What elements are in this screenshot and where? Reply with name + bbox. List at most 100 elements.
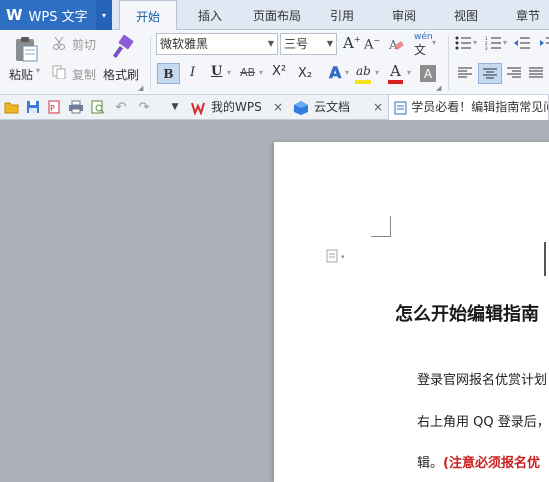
page-margin-corner-mark <box>371 216 391 237</box>
export-pdf-icon[interactable]: P <box>46 99 62 115</box>
clear-format-icon[interactable]: A <box>388 36 404 52</box>
format-painter-button[interactable] <box>110 35 136 61</box>
text-effect-dropdown-icon[interactable]: ▾ <box>345 68 349 77</box>
document-workspace[interactable]: 怎么开始编辑指南 登录官网报名优赏计划 右上角用 QQ 登录后， 辑。(注意必须… <box>0 120 549 482</box>
tab-insert[interactable]: 插入 <box>186 0 234 30</box>
doc-tab-label: 我的WPS <box>211 100 262 114</box>
bold-button[interactable]: B <box>157 63 180 84</box>
text-cursor <box>544 242 546 276</box>
svg-text:P: P <box>50 104 55 113</box>
quick-access-toolbar: P ↶ ↷ ▼ 我的WPS × 云文档 × 学员必看！编辑指南常见问 <box>0 95 549 120</box>
phonetic-char-icon: 文 <box>414 43 427 57</box>
undo-icon[interactable]: ↶ <box>113 99 129 115</box>
tab-references[interactable]: 引用 <box>318 0 366 30</box>
format-painter-label[interactable]: 格式刷 <box>103 66 139 83</box>
document-icon <box>394 101 407 114</box>
ribbon-home: 粘贴 ▾ 剪切 复制 格式刷 ◢ 微软雅黑 ▼ 三号 ▼ A+ A− A wén… <box>0 30 549 95</box>
cut-button[interactable]: 剪切 <box>72 36 96 53</box>
bullet-list-icon[interactable] <box>455 36 471 50</box>
wps-app-menu-button[interactable]: W WPS 文字 ▾ <box>0 0 112 30</box>
align-left-icon[interactable] <box>458 67 472 79</box>
format-painter-icon <box>112 35 134 59</box>
print-preview-icon[interactable] <box>90 99 106 115</box>
svg-text:▾: ▾ <box>341 253 345 261</box>
paste-label[interactable]: 粘贴 <box>9 66 33 83</box>
justify-icon[interactable] <box>529 67 543 79</box>
clipboard-group-launcher-icon[interactable]: ◢ <box>138 84 143 92</box>
text-effect-button[interactable]: A <box>329 63 342 83</box>
character-shading-button[interactable]: A <box>420 65 436 82</box>
doc-tab-label: 学员必看！编辑指南常见问 <box>411 100 548 114</box>
font-size-value: 三号 <box>284 37 309 51</box>
close-icon[interactable]: × <box>273 95 283 120</box>
chevron-down-icon: ▼ <box>267 39 274 48</box>
chevron-down-icon[interactable]: ▾ <box>432 38 436 47</box>
font-color-dropdown-icon[interactable]: ▾ <box>407 68 411 77</box>
document-paragraph[interactable]: 右上角用 QQ 登录后， <box>417 411 549 430</box>
font-color-button[interactable]: A <box>390 62 401 80</box>
warning-text: (注意必须报名优 <box>443 456 540 471</box>
copy-button[interactable]: 复制 <box>72 66 96 83</box>
highlight-color-bar <box>355 80 371 84</box>
svg-text:3: 3 <box>485 46 488 50</box>
wps-logo-icon: W <box>6 6 23 24</box>
app-title: WPS 文字 <box>28 9 88 25</box>
font-group-launcher-icon[interactable]: ◢ <box>436 84 441 92</box>
wps-icon <box>191 102 205 115</box>
save-icon[interactable] <box>25 99 41 115</box>
copy-icon <box>52 65 66 79</box>
underline-dropdown-icon[interactable]: ▾ <box>227 68 231 77</box>
clipboard-icon <box>16 37 38 62</box>
tab-home[interactable]: 开始 <box>119 0 177 31</box>
font-name-value: 微软雅黑 <box>160 37 209 51</box>
cloud-doc-icon <box>294 100 308 115</box>
bullet-list-dropdown-icon[interactable]: ▾ <box>473 38 477 47</box>
numbered-list-icon[interactable]: 123 <box>485 36 501 50</box>
document-heading[interactable]: 怎么开始编辑指南 <box>395 300 539 326</box>
subscript-button[interactable]: X₂ <box>298 66 312 81</box>
document-paragraph[interactable]: 辑。(注意必须报名优 <box>417 452 540 471</box>
increase-indent-icon[interactable] <box>540 36 549 50</box>
print-icon[interactable] <box>68 99 84 115</box>
app-menu-dropdown-icon[interactable]: ▾ <box>96 0 112 30</box>
decrease-indent-icon[interactable] <box>514 36 530 50</box>
strikethrough-button[interactable]: AB <box>240 66 255 79</box>
shrink-font-button[interactable]: A− <box>364 36 380 52</box>
underline-button[interactable]: U <box>211 64 222 79</box>
doc-tab-cloud[interactable]: 云文档 × <box>287 95 387 120</box>
tab-chapter[interactable]: 章节 <box>504 0 549 30</box>
superscript-button[interactable]: X² <box>272 64 286 79</box>
open-folder-icon[interactable] <box>4 99 20 115</box>
tab-review[interactable]: 审阅 <box>380 0 428 30</box>
document-page[interactable]: 怎么开始编辑指南 登录官网报名优赏计划 右上角用 QQ 登录后， 辑。(注意必须… <box>274 142 549 482</box>
close-icon[interactable]: × <box>373 95 383 120</box>
menu-tab-bar: W WPS 文字 ▾ 开始 插入 页面布局 引用 审阅 视图 章节 <box>0 0 549 31</box>
italic-button[interactable]: I <box>190 65 195 80</box>
font-name-select[interactable]: 微软雅黑 ▼ <box>156 33 278 55</box>
doc-tab-label: 云文档 <box>314 100 351 114</box>
grow-font-button[interactable]: A+ <box>343 34 361 52</box>
tab-view[interactable]: 视图 <box>442 0 490 30</box>
ribbon-separator <box>150 36 151 90</box>
doc-tab-my-wps[interactable]: 我的WPS × <box>185 95 287 120</box>
ribbon-separator <box>448 36 449 90</box>
paste-button[interactable] <box>12 35 40 63</box>
align-center-button[interactable] <box>478 63 502 84</box>
align-right-icon[interactable] <box>507 67 521 79</box>
doc-tab-active[interactable]: 学员必看！编辑指南常见问 <box>388 95 549 120</box>
document-paragraph[interactable]: 登录官网报名优赏计划 <box>417 369 547 388</box>
tab-page-layout[interactable]: 页面布局 <box>245 0 309 30</box>
strikethrough-dropdown-icon[interactable]: ▾ <box>259 68 263 77</box>
font-color-bar <box>388 80 403 84</box>
redo-icon[interactable]: ↷ <box>136 99 152 115</box>
paragraph-text: 辑。 <box>417 456 444 471</box>
paste-dropdown-icon[interactable]: ▾ <box>36 66 40 75</box>
align-center-icon <box>483 68 497 78</box>
scissors-icon <box>52 36 66 50</box>
highlight-button[interactable]: ab <box>356 64 371 78</box>
highlight-dropdown-icon[interactable]: ▾ <box>375 68 379 77</box>
font-size-select[interactable]: 三号 ▼ <box>280 33 337 55</box>
numbered-list-dropdown-icon[interactable]: ▾ <box>503 38 507 47</box>
customize-toolbar-icon[interactable]: ▼ <box>167 99 183 115</box>
paste-options-icon[interactable]: ▾ <box>326 248 350 267</box>
